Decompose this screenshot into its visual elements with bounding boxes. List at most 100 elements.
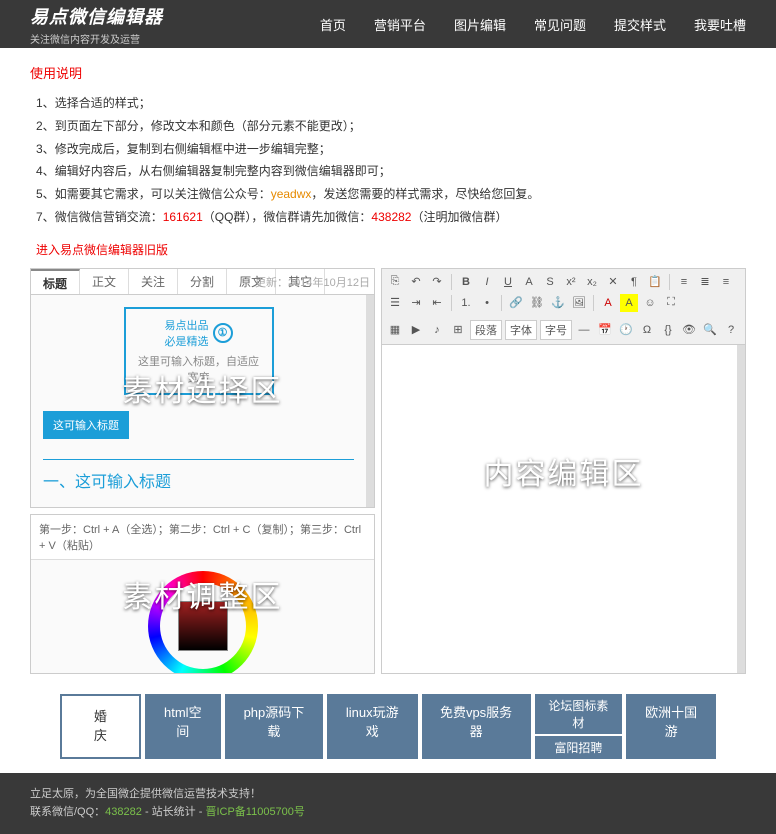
align-justify-icon[interactable]: ☰ xyxy=(386,294,404,312)
indent-icon[interactable]: ⇥ xyxy=(407,294,425,312)
logo-title: 易点微信编辑器 xyxy=(30,3,163,29)
fullscreen-icon[interactable]: ⛶ xyxy=(662,294,680,312)
italic-icon[interactable]: I xyxy=(478,273,496,291)
underline-icon[interactable]: U xyxy=(499,273,517,291)
sample-blue-bar[interactable]: 这可输入标题 xyxy=(43,411,129,439)
tab-divider[interactable]: 分割 xyxy=(178,269,227,294)
unlink-icon[interactable]: ⛓ xyxy=(528,294,546,312)
panels-area: 标题 正文 关注 分割 原文 其它 更新：2014年10月12日 易点出品必是精… xyxy=(0,268,776,684)
paste-icon[interactable]: 📋 xyxy=(646,273,664,291)
time-icon[interactable]: 🕐 xyxy=(617,321,635,339)
unordered-list-icon[interactable]: • xyxy=(478,294,496,312)
nav-home[interactable]: 首页 xyxy=(320,15,346,34)
font-select[interactable]: 字体 xyxy=(505,320,537,340)
align-right-icon[interactable]: ≡ xyxy=(717,273,735,291)
ordered-list-icon[interactable]: 1. xyxy=(457,294,475,312)
sample-heading[interactable]: 一、这可输入标题 xyxy=(43,468,354,492)
align-center-icon[interactable]: ≣ xyxy=(696,273,714,291)
footer-line2: 联系微信/QQ：438282 - 站长统计 - 晋ICP备11005700号 xyxy=(30,803,746,822)
instruction-item: 2、到页面左下部分，修改文本和颜色（部分元素不能更改）； xyxy=(36,115,746,138)
footer-line1: 立足太原，为全国微企提供微信运营技术支持！ xyxy=(30,785,746,804)
bold-icon[interactable]: B xyxy=(457,273,475,291)
wechat-num: 438282 xyxy=(371,210,411,224)
wechat-id: yeadwx xyxy=(271,187,312,201)
align-left-icon[interactable]: ≡ xyxy=(675,273,693,291)
nav-image-edit[interactable]: 图片编辑 xyxy=(454,15,506,34)
content-edit-panel: ⎘ ↶ ↷ B I U A S x² x₂ ✕ ¶ 📋 ≡ ≣ ≡ ☰ ⇥ ⇤ … xyxy=(381,268,746,674)
image-icon[interactable]: 🖼 xyxy=(570,294,588,312)
footer-icp[interactable]: 晋ICP备11005700号 xyxy=(205,806,304,818)
tag-forum-icons[interactable]: 论坛图标素材 xyxy=(535,694,623,734)
instruction-item: 3、修改完成后，复制到右侧编辑框中进一步编辑完整； xyxy=(36,138,746,161)
font-icon[interactable]: A xyxy=(520,273,538,291)
tag-html[interactable]: html空间 xyxy=(145,694,221,759)
qq-group: 161621 xyxy=(163,210,203,224)
color-ring[interactable] xyxy=(148,571,258,674)
forecolor-icon[interactable]: A xyxy=(599,294,617,312)
tab-follow[interactable]: 关注 xyxy=(129,269,178,294)
instructions-list: 1、选择合适的样式； 2、到页面左下部分，修改文本和颜色（部分元素不能更改）； … xyxy=(36,92,746,229)
nav-feedback[interactable]: 我要吐槽 xyxy=(694,15,746,34)
video-icon[interactable]: ▶ xyxy=(407,321,425,339)
outdent-icon[interactable]: ⇤ xyxy=(428,294,446,312)
help-icon[interactable]: ? xyxy=(722,321,740,339)
nav-marketing[interactable]: 营销平台 xyxy=(374,15,426,34)
hr-icon[interactable]: — xyxy=(575,321,593,339)
logo-area: 易点微信编辑器 关注微信内容开发及运营 xyxy=(30,3,163,46)
tabs-row: 标题 正文 关注 分割 原文 其它 更新：2014年10月12日 xyxy=(31,269,374,295)
bottom-tags: 婚庆 html空间 php源码下载 linux玩游戏 免费vps服务器 论坛图标… xyxy=(0,684,776,773)
search-icon[interactable]: 🔍 xyxy=(701,321,719,339)
tag-vps[interactable]: 免费vps服务器 xyxy=(422,694,531,759)
date-icon[interactable]: 📅 xyxy=(596,321,614,339)
editor-body[interactable] xyxy=(382,345,745,674)
code-icon[interactable]: {} xyxy=(659,321,677,339)
instruction-item: 1、选择合适的样式； xyxy=(36,92,746,115)
tab-title[interactable]: 标题 xyxy=(31,269,80,294)
map-icon[interactable]: ⊞ xyxy=(449,321,467,339)
nav-submit[interactable]: 提交样式 xyxy=(614,15,666,34)
table-icon[interactable]: ▦ xyxy=(386,321,404,339)
clear-icon[interactable]: ✕ xyxy=(604,273,622,291)
undo-icon[interactable]: ↶ xyxy=(407,273,425,291)
tag-linux[interactable]: linux玩游戏 xyxy=(327,694,418,759)
tag-europe[interactable]: 欧洲十国游 xyxy=(626,694,716,759)
emoji-icon[interactable]: ☺ xyxy=(641,294,659,312)
nav-faq[interactable]: 常见问题 xyxy=(534,15,586,34)
footer-qq: 438282 xyxy=(105,806,142,818)
instruction-item: 4、编辑好内容后，从右侧编辑器复制完整内容到微信编辑器即可； xyxy=(36,160,746,183)
editor-toolbar: ⎘ ↶ ↷ B I U A S x² x₂ ✕ ¶ 📋 ≡ ≣ ≡ ☰ ⇥ ⇤ … xyxy=(382,269,745,345)
material-adjust-panel: 第一步：Ctrl + A（全选）；第二步：Ctrl + C（复制）；第三步：Ct… xyxy=(30,514,375,674)
tab-body[interactable]: 正文 xyxy=(80,269,129,294)
header: 易点微信编辑器 关注微信内容开发及运营 首页 营销平台 图片编辑 常见问题 提交… xyxy=(0,0,776,48)
anchor-icon[interactable]: ⚓ xyxy=(549,294,567,312)
sample-box-1[interactable]: 易点出品必是精选 ① 这里可输入标题，自适应宽度 xyxy=(124,307,274,395)
update-time: 更新：2014年10月12日 xyxy=(255,274,370,290)
tag-wedding[interactable]: 婚庆 xyxy=(60,694,141,759)
sample-area[interactable]: 易点出品必是精选 ① 这里可输入标题，自适应宽度 这可输入标题 一、这可输入标题… xyxy=(31,295,374,507)
color-picker-area[interactable] xyxy=(31,560,374,674)
paragraph-select[interactable]: 段落 xyxy=(470,320,502,340)
source-icon[interactable]: ⎘ xyxy=(386,273,404,291)
sub-icon[interactable]: x₂ xyxy=(583,273,601,291)
footer: 立足太原，为全国微企提供微信运营技术支持！ 联系微信/QQ：438282 - 站… xyxy=(0,773,776,834)
preview-icon[interactable]: 👁 xyxy=(680,321,698,339)
size-select[interactable]: 字号 xyxy=(540,320,572,340)
link-icon[interactable]: 🔗 xyxy=(507,294,525,312)
music-icon[interactable]: ♪ xyxy=(428,321,446,339)
special-icon[interactable]: Ω xyxy=(638,321,656,339)
tag-fuyang[interactable]: 富阳招聘 xyxy=(535,736,623,759)
strike-icon[interactable]: S xyxy=(541,273,559,291)
old-version-link[interactable]: 进入易点微信编辑器旧版 xyxy=(36,241,168,258)
instruction-item: 7、微信微信营销交流：161621（QQ群），微信群请先加微信：438282（注… xyxy=(36,206,746,229)
backcolor-icon[interactable]: A xyxy=(620,294,638,312)
sup-icon[interactable]: x² xyxy=(562,273,580,291)
color-square[interactable] xyxy=(178,601,228,651)
format-icon[interactable]: ¶ xyxy=(625,273,643,291)
steps-label: 第一步：Ctrl + A（全选）；第二步：Ctrl + C（复制）；第三步：Ct… xyxy=(31,515,374,560)
sample-divider xyxy=(43,459,354,460)
instructions-title: 使用说明 xyxy=(30,63,746,82)
instruction-item: 5、如需要其它需求，可以关注微信公众号：yeadwx，发送您需要的样式需求，尽快… xyxy=(36,183,746,206)
tag-php[interactable]: php源码下载 xyxy=(225,694,323,759)
redo-icon[interactable]: ↷ xyxy=(428,273,446,291)
circle-number-icon: ① xyxy=(213,323,233,343)
